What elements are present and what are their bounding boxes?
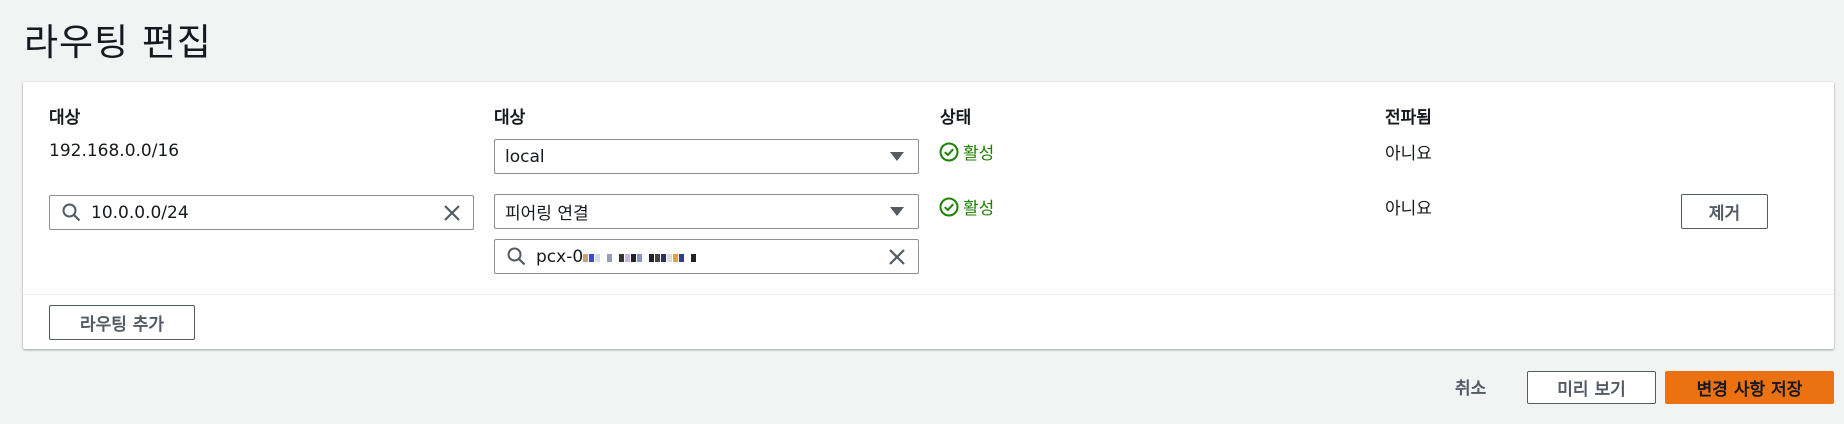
remove-route-button[interactable]: 제거: [1681, 194, 1768, 229]
route-1-destination: 192.168.0.0/16: [49, 141, 180, 161]
add-route-button[interactable]: 라우팅 추가: [49, 305, 195, 340]
close-icon[interactable]: [443, 204, 461, 222]
route-2-target-select[interactable]: 피어링 연결: [494, 194, 919, 229]
caret-down-icon: [890, 152, 904, 161]
page-title: 라우팅 편집: [24, 21, 212, 64]
route-1-status: 활성: [939, 139, 994, 164]
check-circle-icon: [939, 142, 959, 161]
column-header-destination: 대상: [49, 108, 81, 128]
preview-button[interactable]: 미리 보기: [1527, 371, 1656, 404]
route-2-target-id-value: pcx-0: [536, 247, 888, 267]
route-1-status-label: 활성: [963, 144, 995, 164]
search-icon: [62, 203, 81, 222]
route-2-target-id-input[interactable]: pcx-0: [494, 239, 919, 274]
check-circle-icon: [939, 197, 959, 216]
column-header-target: 대상: [494, 108, 526, 128]
column-header-status: 상태: [940, 108, 972, 128]
panel-divider: [23, 294, 1834, 295]
route-1-propagated: 아니요: [1385, 144, 1432, 164]
redacted-id-pixels: [583, 247, 697, 267]
route-1-target-value: local: [505, 146, 545, 167]
column-header-propagated: 전파됨: [1385, 108, 1432, 128]
caret-down-icon: [890, 207, 904, 216]
route-2-destination-input[interactable]: 10.0.0.0/24: [49, 195, 474, 230]
search-icon: [507, 247, 526, 266]
close-icon[interactable]: [888, 248, 906, 266]
route-2-destination-value: 10.0.0.0/24: [91, 202, 189, 223]
route-2-target-value: 피어링 연결: [505, 204, 589, 224]
route-2-status: 활성: [939, 194, 994, 219]
cancel-button[interactable]: 취소: [1455, 374, 1486, 399]
route-1-target-select[interactable]: local: [494, 139, 919, 174]
route-2-target-id-prefix: pcx-0: [536, 246, 584, 267]
route-2-propagated: 아니요: [1385, 199, 1432, 219]
save-changes-button[interactable]: 변경 사항 저장: [1665, 371, 1834, 404]
route-2-status-label: 활성: [963, 199, 995, 219]
